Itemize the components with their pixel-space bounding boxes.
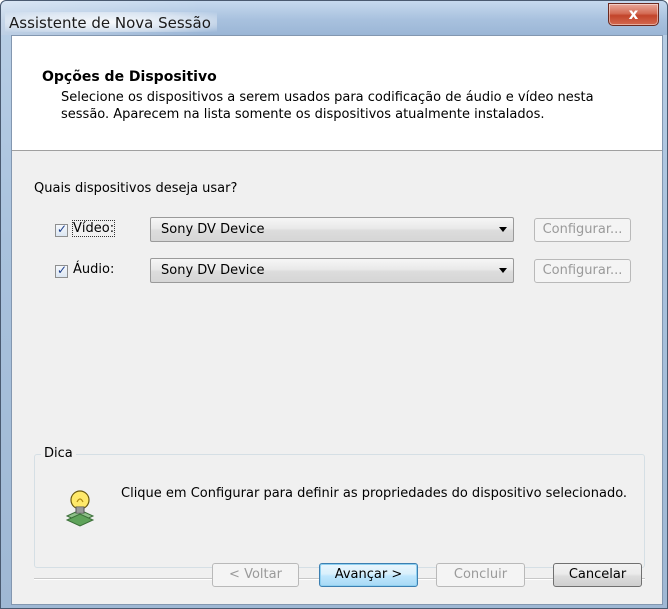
video-configure-button[interactable]: Configurar... [534,218,631,242]
tip-legend: Dica [41,446,76,461]
checkmark-icon: ✓ [56,222,68,236]
audio-device-select[interactable]: Sony DV Device [150,258,514,283]
wizard-client-area: Opções de Dispositivo Selecione os dispo… [11,35,663,605]
devices-question: Quais dispositivos deseja usar? [34,181,238,196]
audio-checkbox-label[interactable]: Áudio: [73,262,114,277]
finish-button[interactable]: Concluir [436,563,525,587]
wizard-body: Quais dispositivos deseja usar? ✓ Vídeo:… [12,151,662,604]
title-bar[interactable]: Assistente de Nova Sessão x [1,1,667,35]
close-icon: x [628,5,639,23]
window-title: Assistente de Nova Sessão [9,14,211,32]
wizard-window: Assistente de Nova Sessão x Opções de Di… [0,0,668,609]
chevron-down-icon [499,268,507,273]
checkmark-icon: ✓ [56,263,68,277]
chevron-down-icon [499,227,507,232]
video-checkbox[interactable]: ✓ [55,222,68,237]
video-checkbox-label[interactable]: Vídeo: [71,220,116,237]
audio-checkbox[interactable]: ✓ [55,263,68,278]
audio-configure-button[interactable]: Configurar... [534,259,631,283]
tip-groupbox: Dica Clique em Configurar para definir a… [34,446,645,568]
back-button[interactable]: < Voltar [212,563,299,587]
cancel-button[interactable]: Cancelar [553,563,642,587]
next-button[interactable]: Avançar > [319,563,418,587]
video-device-value: Sony DV Device [161,222,265,237]
page-title: Opções de Dispositivo [42,69,217,85]
audio-device-value: Sony DV Device [161,263,265,278]
close-button[interactable]: x [608,3,659,26]
wizard-header: Opções de Dispositivo Selecione os dispo… [12,36,662,150]
page-description: Selecione os dispositivos a serem usados… [61,90,594,122]
video-device-select[interactable]: Sony DV Device [150,217,514,242]
tip-text: Clique em Configurar para definir as pro… [121,486,628,501]
lightbulb-tip-icon [65,490,95,527]
